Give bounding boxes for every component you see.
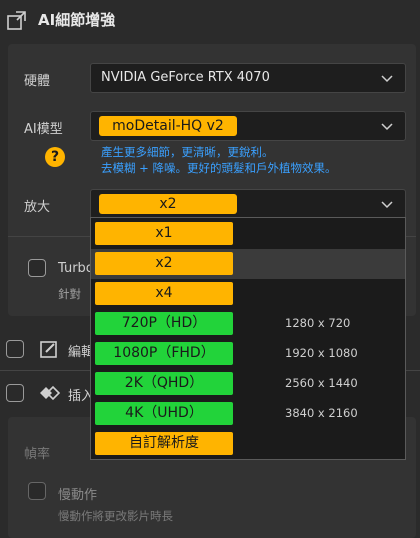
frame-rate-label: 幀率 <box>24 447 51 462</box>
turbo-label: Turbo <box>58 261 94 276</box>
slowmo-label: 慢動作 <box>58 488 98 503</box>
model-description-line1: 產生更多細節，更清晰，更銳利。 <box>101 145 274 159</box>
option-resolution: 1920 x 1080 <box>285 346 358 360</box>
scale-label: 放大 <box>24 200 51 215</box>
chevron-down-icon <box>381 201 393 209</box>
dropdown-option[interactable]: 2K（QHD） 2560 x 1440 <box>91 369 405 399</box>
dropdown-option[interactable]: 720P（HD） 1280 x 720 <box>91 309 405 339</box>
turbo-checkbox[interactable] <box>28 259 46 277</box>
chevron-down-icon <box>381 75 393 83</box>
gpu-value: NVIDIA GeForce RTX 4070 <box>101 70 270 85</box>
model-select[interactable]: moDetail-HQ v2 <box>90 111 406 141</box>
panel-title: AI細節增強 <box>38 11 116 29</box>
dropdown-option[interactable]: x1 <box>91 219 405 249</box>
dropdown-option[interactable]: 1080P（FHD） 1920 x 1080 <box>91 339 405 369</box>
option-label: 1080P（FHD） <box>95 342 233 365</box>
dropdown-option[interactable]: x4 <box>91 279 405 309</box>
slowmo-sublabel: 慢動作將更改影片時長 <box>58 509 173 523</box>
dropdown-option[interactable]: 4K（UHD） 3840 x 2160 <box>91 399 405 429</box>
model-description-line2: 去模糊 + 降噪。更好的頭髮和戶外植物效果。 <box>101 161 337 175</box>
chevron-down-icon <box>381 123 393 131</box>
option-label: x2 <box>95 252 233 275</box>
edit-checkbox[interactable] <box>6 340 24 358</box>
model-label: AI模型 <box>24 122 63 137</box>
gpu-label: 硬體 <box>24 74 51 89</box>
option-label: 自訂解析度 <box>95 432 233 455</box>
edit-icon <box>38 338 60 360</box>
option-resolution: 2560 x 1440 <box>285 376 358 390</box>
option-label: x4 <box>95 282 233 305</box>
slowmo-checkbox[interactable] <box>28 482 46 500</box>
scale-dropdown-list: x1 x2 x4 720P（HD） 1280 x 720 1080P（FHD） … <box>90 217 406 460</box>
dropdown-option[interactable]: 自訂解析度 <box>91 429 405 459</box>
model-value: moDetail-HQ v2 <box>99 116 237 136</box>
panel-header: AI細節增強 <box>0 0 420 40</box>
model-description: 產生更多細節，更清晰，更銳利。 去模糊 + 降噪。更好的頭髮和戶外植物效果。 <box>101 144 401 176</box>
insert-checkbox[interactable] <box>6 384 24 402</box>
option-label: 2K（QHD） <box>95 372 233 395</box>
option-resolution: 3840 x 2160 <box>285 406 358 420</box>
option-resolution: 1280 x 720 <box>285 316 351 330</box>
dropdown-option[interactable]: x2 <box>91 249 405 279</box>
scale-value: x2 <box>99 194 237 214</box>
gpu-select[interactable]: NVIDIA GeForce RTX 4070 <box>90 63 406 93</box>
option-label: x1 <box>95 222 233 245</box>
option-label: 4K（UHD） <box>95 402 233 425</box>
scale-select[interactable]: x2 <box>90 189 406 219</box>
option-label: 720P（HD） <box>95 312 233 335</box>
help-icon[interactable]: ? <box>45 147 65 167</box>
external-expand-icon[interactable] <box>6 9 28 31</box>
frame-interpolation-icon <box>36 382 62 404</box>
turbo-sublabel: 針對 <box>58 287 81 301</box>
